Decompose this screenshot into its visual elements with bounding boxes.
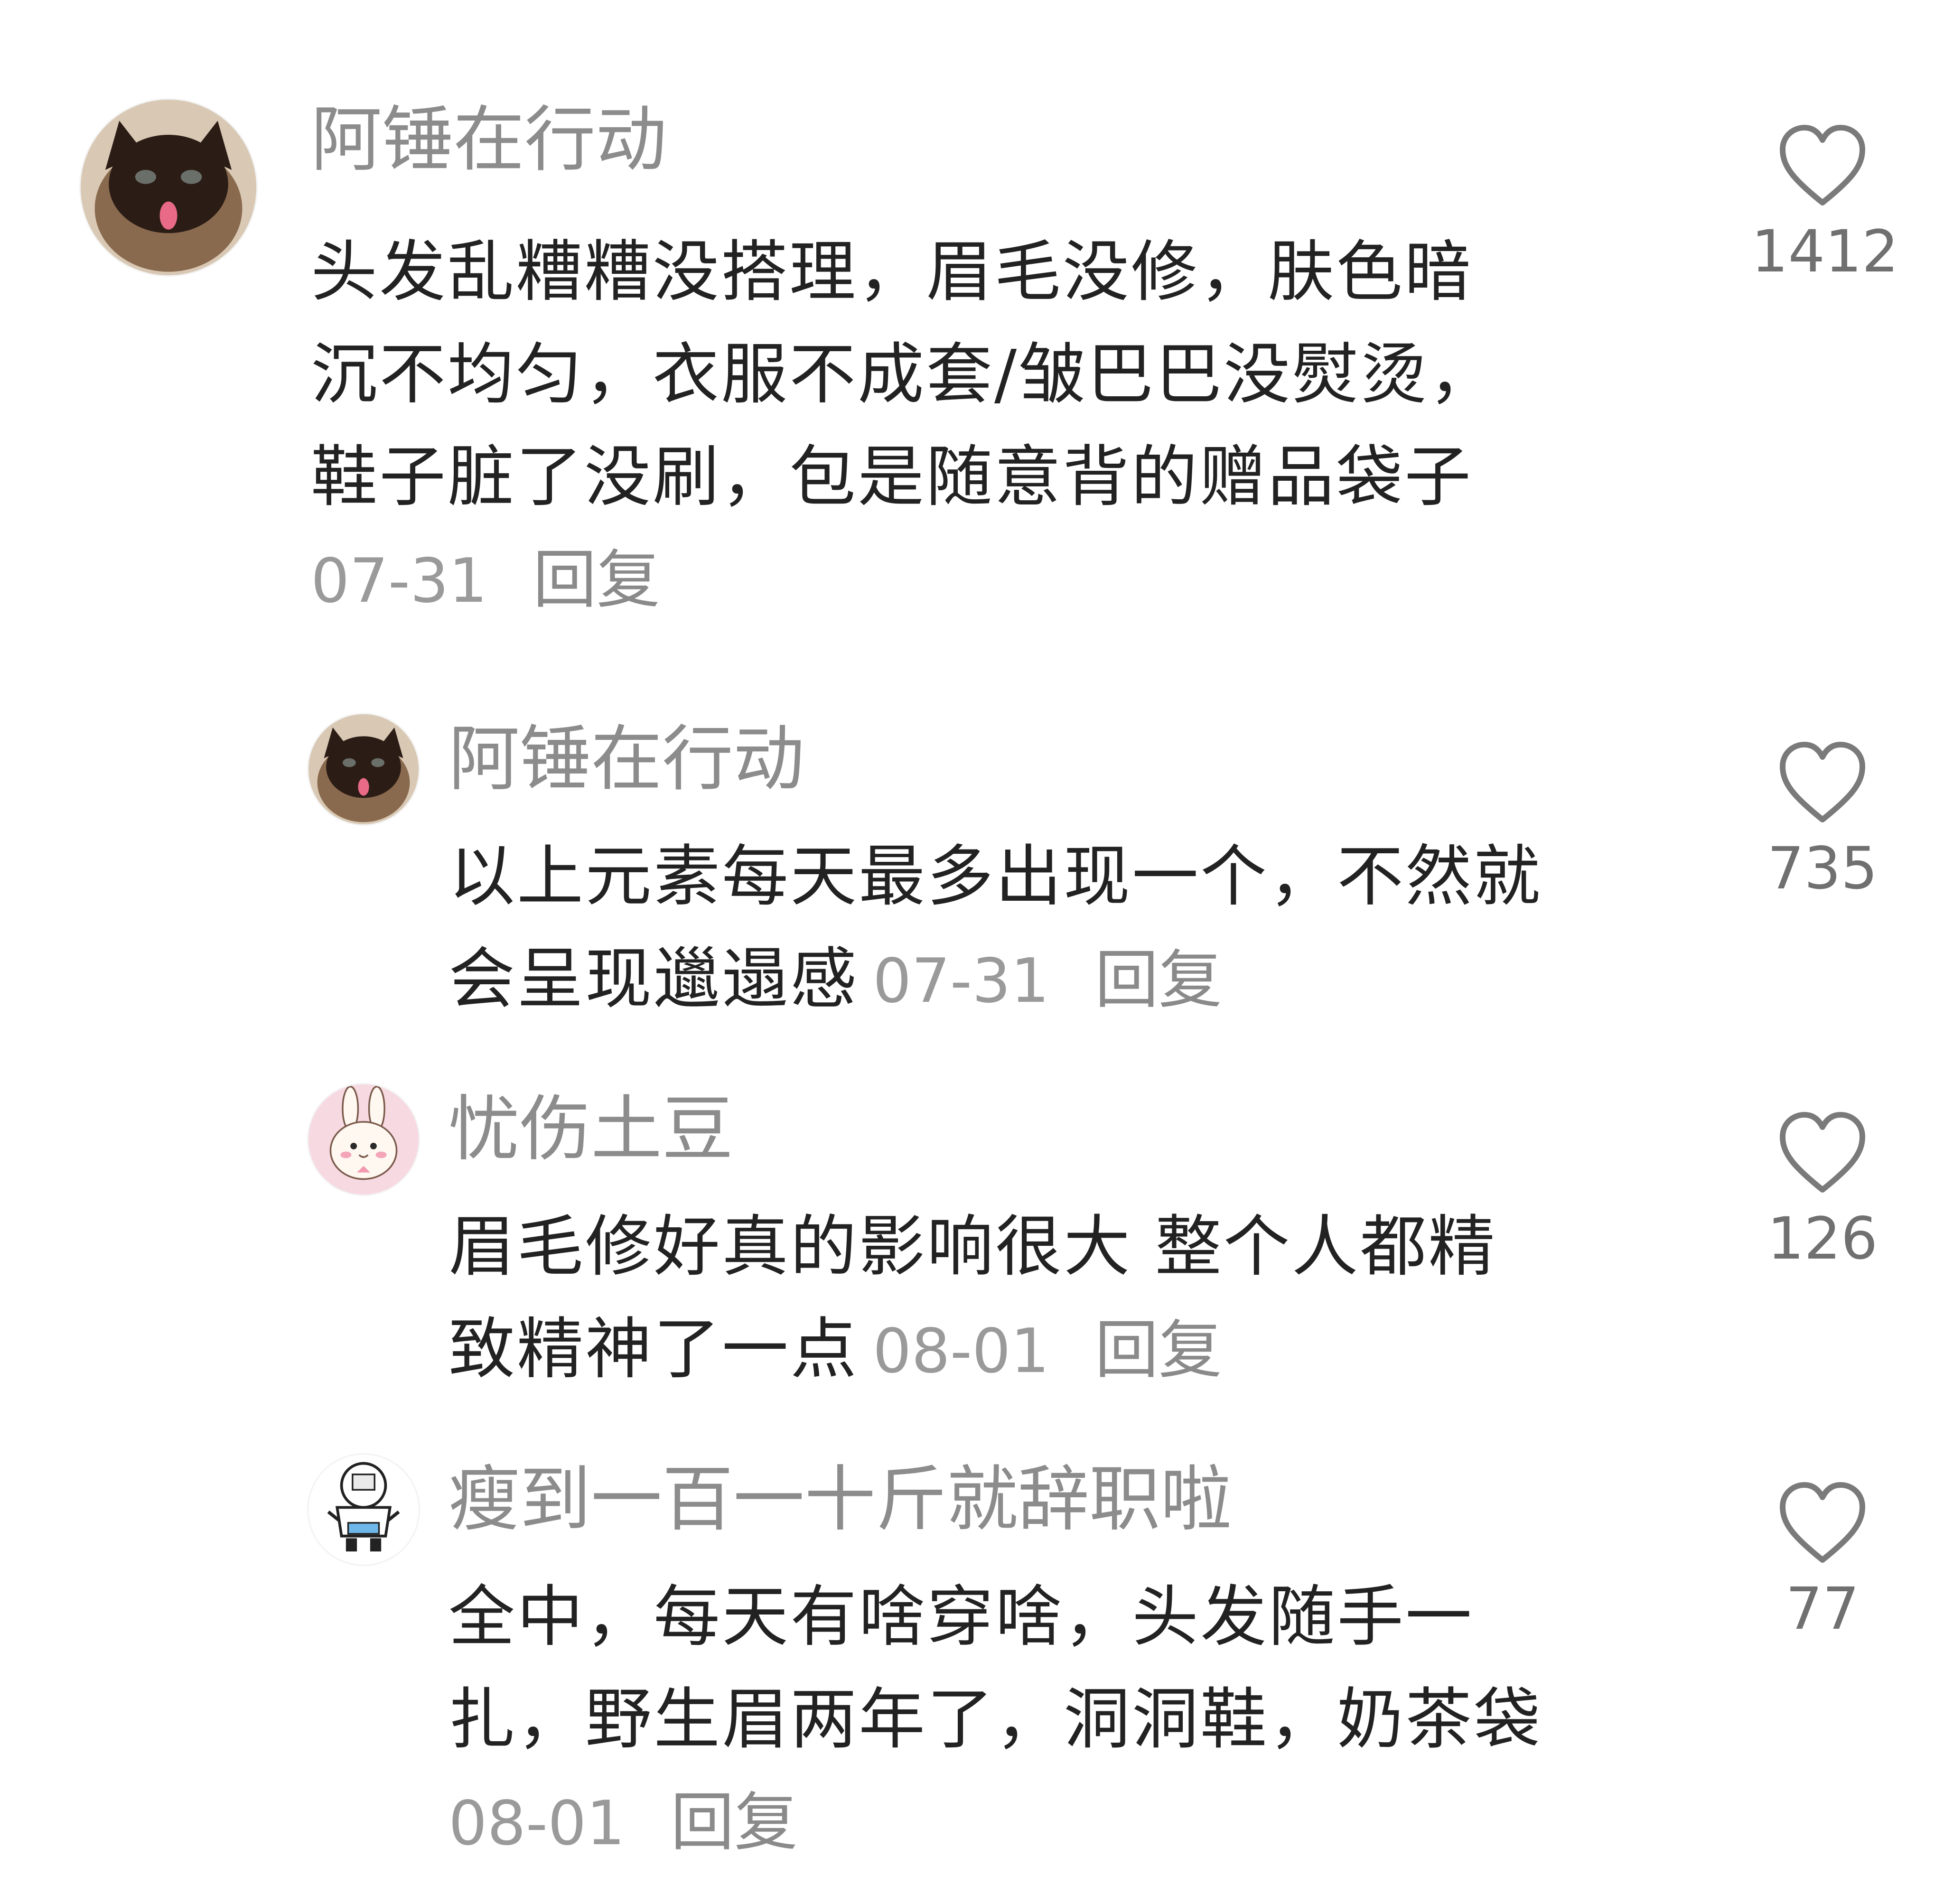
reply-button[interactable]: 回复 [1095,943,1222,1017]
comment-date: 07-31 [311,546,487,616]
comment-line: 鞋子脏了没刷，包是随意背的赠品袋子 [311,439,1473,516]
comment-line: 全中，每天有啥穿啥，头发随手一 [449,1578,1474,1656]
username[interactable]: 瘦到一百一十斤就辞职啦 [449,1457,1232,1542]
username[interactable]: 阿锤在行动 [449,717,804,802]
comment-line: 致精神了一点 [449,1311,859,1388]
bunny-avatar-icon [308,1084,419,1195]
cat-avatar-icon [81,100,256,275]
like-count: 1412 [1751,218,1899,285]
comment-text: 全中，每天有啥穿啥，头发随手一 扎，野生眉两年了，洞洞鞋，奶茶袋 08-01 回复 [449,1566,1542,1875]
avatar[interactable] [81,100,256,275]
comment-line: 头发乱糟糟没搭理，眉毛没修，肤色暗 [311,233,1473,311]
comment-line-with-meta: 致精神了一点 08-01 回复 [449,1298,1497,1403]
like-count: 735 [1767,835,1878,902]
like-button[interactable]: 735 [1751,738,1894,904]
username[interactable]: 阿锤在行动 [311,97,667,183]
comment-line-with-meta: 会呈现邋遢感 07-31 回复 [449,928,1542,1033]
comment-meta: 08-01 回复 [449,1771,1542,1875]
comment-line: 沉不均匀，衣服不成套/皱巴巴没熨烫， [311,336,1497,413]
like-button[interactable]: 77 [1751,1478,1894,1644]
heart-icon [1780,125,1865,205]
like-button[interactable]: 126 [1751,1108,1894,1274]
heart-icon [1780,742,1865,822]
avatar[interactable] [308,1455,419,1565]
like-count: 77 [1785,1575,1860,1643]
comment-text: 头发乱糟糟没搭理，眉毛没修，肤色暗 沉不均匀，衣服不成套/皱巴巴没熨烫， 鞋子脏… [311,221,1497,633]
reply-button[interactable]: 回复 [1095,1313,1222,1387]
comment-date: 08-01 [449,1788,625,1859]
like-count: 126 [1767,1205,1878,1272]
avatar[interactable] [308,714,419,824]
comment-line: 眉毛修好真的影响很大 整个人都精 [449,1208,1497,1286]
comment-meta: 08-01 回复 [873,1313,1222,1387]
like-button[interactable]: 1412 [1751,121,1899,287]
comment-line: 会呈现邋遢感 [449,941,859,1018]
comment-date: 07-31 [873,946,1049,1017]
heart-icon [1780,1112,1865,1193]
comment-line: 以上元素每天最多出现一个，不然就 [449,838,1542,915]
comment-line: 扎，野生眉两年了，洞洞鞋，奶茶袋 [449,1681,1542,1758]
avatar[interactable] [308,1084,419,1195]
username[interactable]: 忧伤土豆 [449,1087,733,1172]
reply-button[interactable]: 回复 [671,1785,798,1859]
comment-text: 眉毛修好真的影响很大 整个人都精 致精神了一点 08-01 回复 [449,1196,1497,1403]
reply-button[interactable]: 回复 [533,543,660,617]
comment-text: 以上元素每天最多出现一个，不然就 会呈现邋遢感 07-31 回复 [449,826,1542,1033]
comment-meta: 07-31 回复 [311,529,1497,633]
comment-date: 08-01 [873,1316,1049,1387]
cat-avatar-icon [308,714,419,824]
heart-icon [1780,1482,1865,1563]
comment-meta: 07-31 回复 [873,943,1222,1017]
cartoon-avatar-icon [308,1455,419,1565]
